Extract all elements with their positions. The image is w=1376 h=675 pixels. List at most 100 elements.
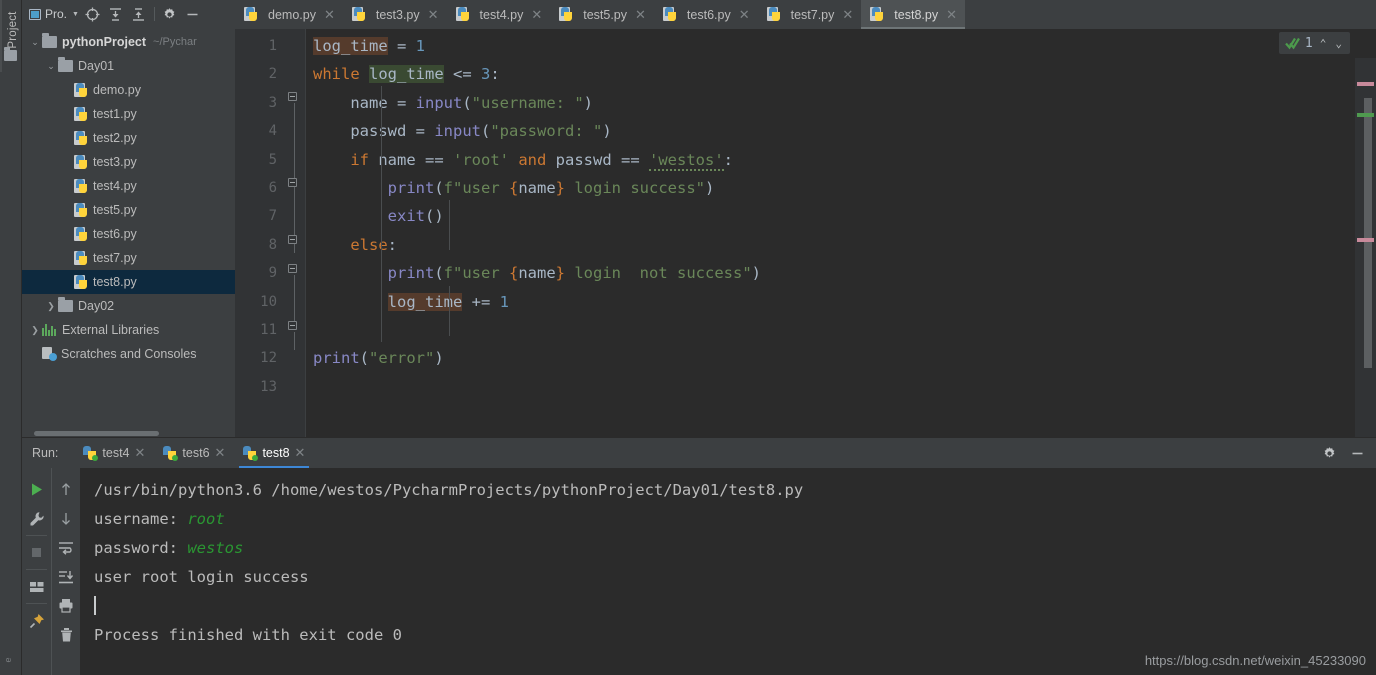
project-tree-hscrollbar[interactable] — [22, 430, 235, 437]
divider — [26, 603, 47, 604]
marker-change[interactable] — [1357, 113, 1374, 117]
python-run-icon — [163, 446, 179, 461]
editor-tab-test3-py[interactable]: test3.py ✕ — [343, 0, 447, 29]
close-icon[interactable]: ✕ — [946, 7, 957, 23]
close-icon[interactable]: ✕ — [295, 445, 306, 461]
folder-icon — [58, 57, 73, 72]
arrow-down-icon[interactable] — [53, 504, 80, 533]
tree-item-label: Scratches and Consoles — [61, 347, 197, 361]
tree-item-test5-py[interactable]: test5.py — [22, 198, 235, 222]
locate-icon[interactable] — [82, 3, 104, 25]
checkmark-icon — [1285, 37, 1300, 50]
tree-item-label: test5.py — [93, 203, 137, 217]
python-run-icon — [83, 446, 99, 461]
tree-item-label: test1.py — [93, 107, 137, 121]
editor-tab-test4-py[interactable]: test4.py ✕ — [447, 0, 551, 29]
tree-item-label: Day01 — [78, 59, 115, 73]
fold-marker-else[interactable] — [288, 264, 299, 275]
editor-tab-test7-py[interactable]: test7.py ✕ — [758, 0, 862, 29]
console-line: /usr/bin/python3.6 /home/westos/PycharmP… — [94, 476, 1366, 505]
arrow-up-icon[interactable] — [53, 475, 80, 504]
close-icon[interactable]: ✕ — [842, 7, 853, 23]
editor-tab-test6-py[interactable]: test6.py ✕ — [654, 0, 758, 29]
chevron-down-icon[interactable]: ⌄ — [1333, 37, 1344, 50]
wrench-icon[interactable] — [23, 504, 50, 533]
run-panel-header-actions — [1318, 438, 1368, 469]
expand-all-icon[interactable] — [105, 3, 127, 25]
close-icon[interactable]: ✕ — [135, 445, 146, 461]
project-view-selector[interactable]: Pro. ▼ — [26, 5, 81, 23]
close-icon[interactable]: ✕ — [428, 7, 439, 23]
fold-marker-if[interactable] — [288, 178, 299, 189]
console-user-input: root — [187, 510, 225, 528]
editor-tab-test5-py[interactable]: test5.py ✕ — [550, 0, 654, 29]
fold-marker-if-end[interactable] — [288, 235, 299, 246]
soft-wrap-icon[interactable] — [53, 533, 80, 562]
print-icon[interactable] — [53, 591, 80, 620]
minimize-icon[interactable] — [1346, 443, 1368, 465]
fold-region-line-else — [294, 275, 295, 323]
tree-item-pythonproject[interactable]: ⌄ pythonProject ~/Pychar — [22, 30, 235, 54]
folder-icon — [42, 33, 57, 48]
tree-item-test3-py[interactable]: test3.py — [22, 150, 235, 174]
close-icon[interactable]: ✕ — [739, 7, 750, 23]
close-icon[interactable]: ✕ — [215, 445, 226, 461]
editor-tab-test8-py[interactable]: test8.py ✕ — [861, 0, 965, 29]
tree-item-day02[interactable]: ❯ Day02 — [22, 294, 235, 318]
marker-warning[interactable] — [1357, 82, 1374, 86]
marker-warning[interactable] — [1357, 238, 1374, 242]
tree-item-test7-py[interactable]: test7.py — [22, 246, 235, 270]
scroll-to-end-icon[interactable] — [53, 562, 80, 591]
code-text-area[interactable]: log_time = 1 while log_time <= 3: name =… — [305, 29, 1376, 437]
editor-tab-demo-py[interactable]: demo.py ✕ — [235, 0, 343, 29]
fold-marker-else-end[interactable] — [288, 321, 299, 332]
project-tree[interactable]: ⌄ pythonProject ~/Pychar ⌄ Day01 demo.py test1… — [22, 28, 235, 430]
line-number-gutter[interactable]: 1 2 3 4 5 6 7 8 9 10 11 12 13 — [235, 29, 305, 437]
run-tab-test6[interactable]: test6 ✕ — [154, 438, 234, 469]
tree-item-test2-py[interactable]: test2.py — [22, 126, 235, 150]
editor-scrollbar-thumb[interactable] — [1364, 98, 1372, 368]
gear-icon[interactable] — [159, 3, 181, 25]
tree-item-test6-py[interactable]: test6.py — [22, 222, 235, 246]
tree-item-test1-py[interactable]: test1.py — [22, 102, 235, 126]
close-icon[interactable]: ✕ — [635, 7, 646, 23]
trash-icon[interactable] — [53, 620, 80, 649]
pin-icon[interactable] — [23, 606, 50, 635]
tree-item-demo-py[interactable]: demo.py — [22, 78, 235, 102]
chevron-up-icon[interactable]: ⌃ — [1318, 37, 1329, 50]
divider — [26, 535, 47, 536]
run-icon[interactable] — [23, 475, 50, 504]
chevron-down-icon[interactable]: ⌄ — [44, 61, 58, 72]
tree-item-day01[interactable]: ⌄ Day01 — [22, 54, 235, 78]
minimize-icon[interactable] — [182, 3, 204, 25]
collapse-all-icon[interactable] — [128, 3, 150, 25]
close-icon[interactable]: ✕ — [531, 7, 542, 23]
watermark: https://blog.csdn.net/weixin_45233090 — [1144, 653, 1366, 668]
editor-marker-bar[interactable] — [1355, 58, 1376, 437]
chevron-right-icon[interactable]: ❯ — [28, 325, 42, 336]
console-text: /usr/bin/python3.6 /home/westos/PycharmP… — [94, 481, 804, 499]
external-libraries-icon — [42, 324, 57, 336]
chevron-down-icon[interactable]: ⌄ — [28, 37, 42, 48]
tree-item-label: test8.py — [93, 275, 137, 289]
run-tab-test8[interactable]: test8 ✕ — [234, 438, 314, 469]
fold-region-line-tail — [294, 332, 295, 350]
tree-item-external-libraries[interactable]: ❯ External Libraries — [22, 318, 235, 342]
tool-strip-bottom-label[interactable]: e — [3, 643, 13, 675]
layout-icon[interactable] — [23, 572, 50, 601]
chevron-right-icon[interactable]: ❯ — [44, 301, 58, 312]
run-console-output[interactable]: /usr/bin/python3.6 /home/westos/PycharmP… — [80, 468, 1376, 675]
inspection-count: 1 — [1304, 35, 1313, 51]
tree-item-label: test3.py — [93, 155, 137, 169]
gutter-edge-line — [305, 29, 306, 437]
tree-item-test4-py[interactable]: test4.py — [22, 174, 235, 198]
fold-marker-while[interactable] — [288, 92, 299, 103]
stop-icon[interactable] — [23, 538, 50, 567]
console-line: password: westos — [94, 534, 1366, 563]
gear-icon[interactable] — [1318, 443, 1340, 465]
tree-item-scratches-and-consoles[interactable]: Scratches and Consoles — [22, 342, 235, 366]
close-icon[interactable]: ✕ — [324, 7, 335, 23]
tree-item-test8-py[interactable]: test8.py — [22, 270, 235, 294]
inspection-widget[interactable]: 1 ⌃ ⌄ — [1278, 32, 1350, 54]
run-tab-test4[interactable]: test4 ✕ — [74, 438, 154, 469]
